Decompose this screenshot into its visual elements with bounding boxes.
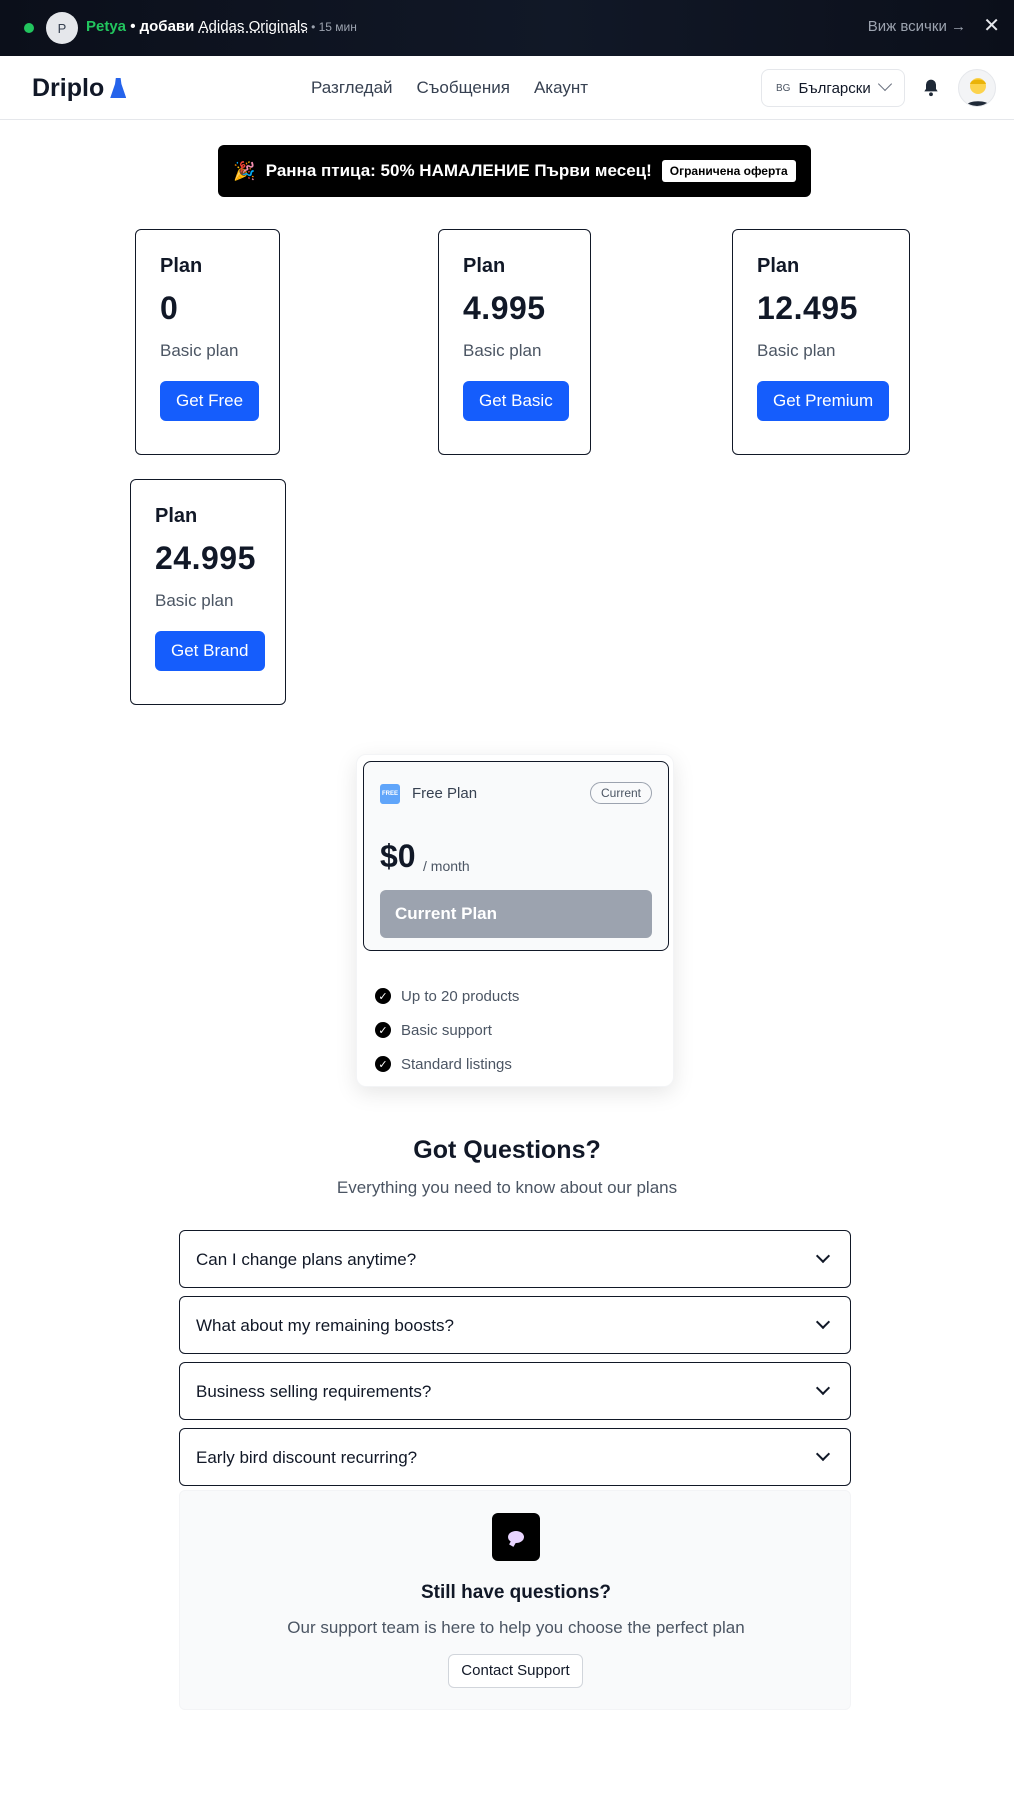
site-header: Driplo Разгледай Съобщения Акаунт BG Бъл… <box>0 56 1014 120</box>
plan-description: Basic plan <box>757 341 836 360</box>
activity-action: • добави <box>126 18 199 35</box>
current-plan-button[interactable]: Current Plan <box>380 890 652 938</box>
user-avatar[interactable] <box>958 69 996 107</box>
logo-text: Driplo <box>32 74 105 102</box>
plan-card-free: Plan 0 Basic plan Get Free <box>135 229 280 455</box>
logo[interactable]: Driplo <box>32 74 127 103</box>
activity-bar: P Petya • добави Adidas Originals • 15 м… <box>0 0 1014 56</box>
support-title: Still have questions? <box>420 1582 612 1603</box>
support-section: Still have questions? Our support team i… <box>179 1490 851 1710</box>
promo-text: Ранна птица: 50% НАМАЛЕНИЕ Първи месец! <box>265 161 652 180</box>
plan-description: Basic plan <box>160 341 239 360</box>
current-badge: Current <box>589 782 652 804</box>
activity-brand-link[interactable]: Adidas Originals <box>199 18 308 35</box>
chevron-down-icon <box>815 1314 831 1330</box>
limited-offer-badge: Ограничена оферта <box>661 160 796 182</box>
faq-item[interactable]: Business selling requirements? <box>179 1362 851 1420</box>
plan-title: Plan <box>155 505 198 527</box>
main-nav: Разгледай Съобщения Акаунт <box>311 78 588 98</box>
current-plan-period: / month <box>423 858 470 874</box>
plan-description: Basic plan <box>155 591 234 610</box>
support-subtitle: Our support team is here to help you cho… <box>287 1618 745 1637</box>
current-plan-card: FREE Free Plan Current $0 / month Curren… <box>363 761 669 951</box>
faq-question: Can I change plans anytime? <box>196 1250 417 1269</box>
activity-avatar: P <box>46 12 78 44</box>
faq-question: What about my remaining boosts? <box>196 1316 454 1335</box>
current-plan-name: Free Plan <box>412 785 478 802</box>
current-plan-panel: FREE Free Plan Current $0 / month Curren… <box>356 754 674 1087</box>
live-indicator-dot <box>24 23 34 33</box>
faq-title: Got Questions? <box>413 1136 601 1164</box>
plan-card-premium: Plan 12.495 Basic plan Get Premium <box>732 229 910 455</box>
free-tag-icon: FREE <box>380 784 400 804</box>
close-icon[interactable]: ✕ <box>983 14 1000 38</box>
contact-support-button[interactable]: Contact Support <box>448 1654 583 1688</box>
dress-icon <box>110 78 127 98</box>
plan-title: Plan <box>463 255 506 277</box>
language-code: BG <box>776 82 791 94</box>
plan-price: 0 <box>160 290 179 326</box>
language-selector[interactable]: BG Български <box>761 69 905 107</box>
faq-item[interactable]: What about my remaining boosts? <box>179 1296 851 1354</box>
plan-title: Plan <box>757 255 800 277</box>
activity-user[interactable]: Petya <box>86 18 126 35</box>
plan-price: 4.995 <box>463 290 546 326</box>
nav-item-messages[interactable]: Съобщения <box>417 78 510 98</box>
chevron-down-icon <box>815 1446 831 1462</box>
activity-time: • 15 мин <box>307 20 357 34</box>
nav-item-account[interactable]: Акаунт <box>534 78 588 98</box>
plan-card-basic: Plan 4.995 Basic plan Get Basic <box>438 229 591 455</box>
bell-icon[interactable] <box>921 78 941 98</box>
feature-label: Standard listings <box>401 1055 512 1073</box>
plan-price: 24.995 <box>155 540 256 576</box>
party-popper-icon: 🎉 <box>233 160 256 181</box>
language-label: Български <box>798 79 871 97</box>
chevron-down-icon <box>815 1248 831 1264</box>
nav-item-browse[interactable]: Разгледай <box>311 78 393 98</box>
user-avatar-illustration <box>965 78 991 106</box>
faq-subtitle: Everything you need to know about our pl… <box>336 1178 678 1197</box>
feature-item: ✓ Basic support <box>375 1013 519 1047</box>
get-basic-button[interactable]: Get Basic <box>463 381 569 421</box>
check-icon: ✓ <box>375 988 391 1004</box>
check-icon: ✓ <box>375 1022 391 1038</box>
faq-question: Early bird discount recurring? <box>196 1448 418 1467</box>
check-icon: ✓ <box>375 1056 391 1072</box>
get-free-button[interactable]: Get Free <box>160 381 260 421</box>
chevron-down-icon <box>815 1380 831 1396</box>
faq-item[interactable]: Can I change plans anytime? <box>179 1230 851 1288</box>
feature-list: ✓ Up to 20 products ✓ Basic support ✓ St… <box>375 979 519 1081</box>
activity-text: Petya • добави Adidas Originals • 15 мин <box>86 18 357 35</box>
plan-price: 12.495 <box>757 290 858 326</box>
faq-question: Business selling requirements? <box>196 1382 432 1401</box>
feature-item: ✓ Standard listings <box>375 1047 519 1081</box>
chevron-down-icon <box>877 76 893 92</box>
faq-item[interactable]: Early bird discount recurring? <box>179 1428 851 1486</box>
plan-card-brand: Plan 24.995 Basic plan Get Brand <box>130 479 286 705</box>
feature-label: Basic support <box>401 1021 492 1039</box>
feature-item: ✓ Up to 20 products <box>375 979 519 1013</box>
promo-banner: 🎉 Ранна птица: 50% НАМАЛЕНИЕ Първи месец… <box>218 145 811 197</box>
plan-title: Plan <box>160 255 203 277</box>
get-premium-button[interactable]: Get Premium <box>757 381 890 421</box>
plan-description: Basic plan <box>463 341 542 360</box>
current-plan-price: $0 <box>380 838 416 874</box>
chat-bubble-icon <box>492 1513 540 1561</box>
view-all-link[interactable]: Виж всички → <box>868 18 966 35</box>
feature-label: Up to 20 products <box>401 987 520 1005</box>
get-brand-button[interactable]: Get Brand <box>155 631 265 671</box>
